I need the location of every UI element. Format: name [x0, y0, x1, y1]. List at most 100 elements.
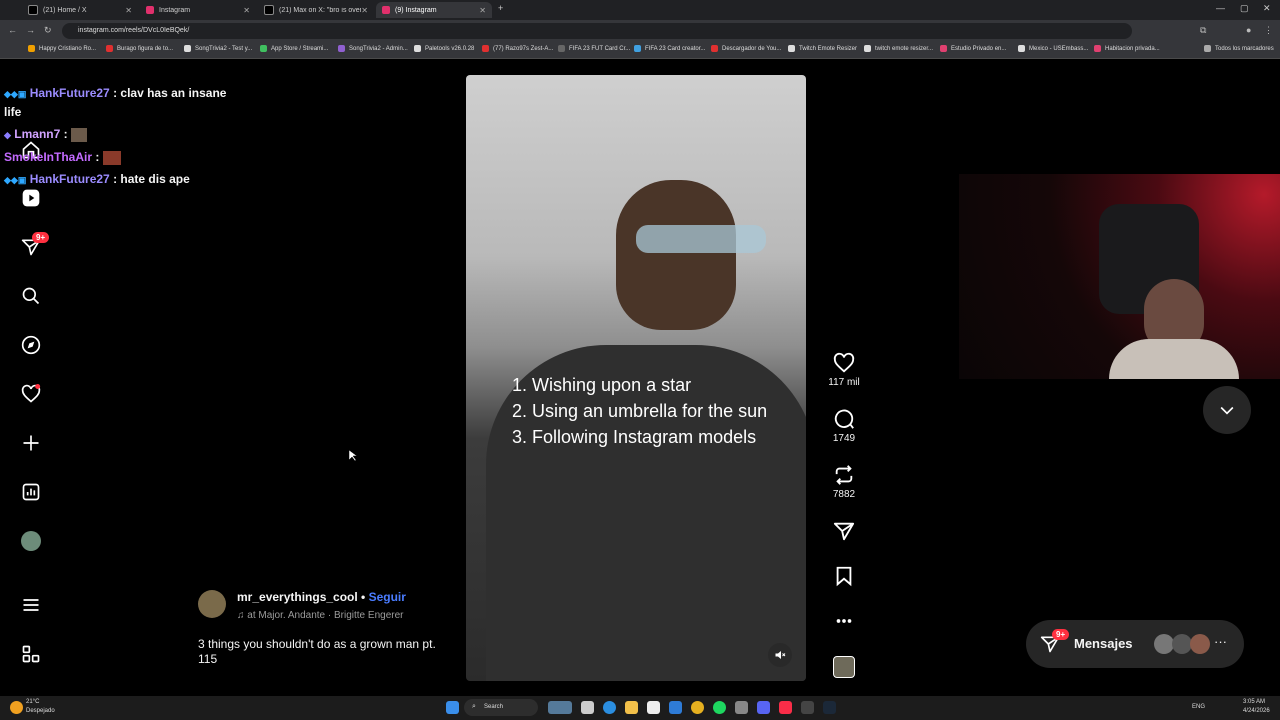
next-reel-button[interactable] [1203, 386, 1251, 434]
tab-home-x[interactable]: (21) Home / X ✕ [22, 2, 138, 18]
url-bar[interactable]: instagram.com/reels/DVcL0IeBQek/ [62, 23, 1132, 39]
close-window-button[interactable]: ✕ [1263, 3, 1271, 14]
file-explorer-icon[interactable] [625, 701, 638, 714]
obs-icon[interactable] [801, 701, 814, 714]
search-icon: ⌕ [472, 703, 476, 710]
bookmark-label: Burago figura de to... [117, 45, 174, 52]
bookmark-item[interactable]: Twitch Emote Resizer [788, 45, 857, 52]
close-icon[interactable]: ✕ [479, 6, 486, 15]
overlay-line: 3. Following Instagram models [512, 427, 757, 447]
follow-button[interactable]: Seguir [369, 590, 406, 604]
bookmark-item[interactable]: SongTrivia2 - Test y... [184, 45, 252, 52]
mail-icon[interactable] [669, 701, 682, 714]
tab-instagram-active[interactable]: (9) Instagram ✕ [376, 2, 492, 18]
notifications-heart-icon[interactable] [20, 383, 42, 405]
streamer-shirt [1109, 339, 1239, 379]
url-text: instagram.com/reels/DVcL0IeBQek/ [78, 27, 190, 34]
also-from-meta-icon[interactable] [20, 643, 42, 665]
taskbar-search-label: Search [484, 704, 504, 710]
bookmark-item[interactable]: Happy Cristiano Ro... [28, 45, 96, 52]
bookmark-item[interactable]: FIFA 23 FUT Card Cr... [558, 45, 630, 52]
search-icon[interactable] [20, 285, 42, 307]
weather-desc: Despejado [26, 708, 55, 714]
repost-count: 7882 [832, 489, 856, 500]
menu-dots-icon[interactable]: ⋮ [1264, 25, 1273, 36]
clock-date[interactable]: 4/24/2026 [1243, 708, 1270, 714]
all-bookmarks-folder[interactable]: Todos los marcadores [1204, 45, 1274, 52]
windows-taskbar: 21°C Despejado ⌕ Search ENG 3:05 AM 4/24… [0, 696, 1280, 720]
webcam-overlay [959, 174, 1280, 379]
app-icon[interactable] [735, 701, 748, 714]
bookmark-label: SongTrivia2 - Test y... [195, 45, 253, 52]
bookmark-item[interactable]: Mexico - USEmbass... [1018, 45, 1088, 52]
windows-start-icon[interactable] [446, 701, 459, 714]
author-avatar[interactable] [198, 590, 226, 618]
tab-instagram[interactable]: Instagram ✕ [140, 2, 256, 18]
bookmark-item[interactable]: Estudio Privado en... [940, 45, 1006, 52]
language-indicator[interactable]: ENG [1192, 704, 1205, 710]
audio-thumbnail[interactable] [833, 656, 855, 678]
more-menu-icon[interactable] [20, 594, 42, 616]
bookmark-item[interactable]: SongTrivia2 - Admin... [338, 45, 408, 52]
repost-button[interactable]: 7882 [824, 464, 864, 500]
profile-avatar[interactable] [20, 530, 42, 552]
sunglasses [636, 225, 766, 253]
taskbar-search[interactable]: ⌕ Search [464, 699, 538, 716]
dashboard-chart-icon[interactable] [20, 481, 42, 503]
mute-button[interactable] [768, 643, 792, 667]
chat-message: ◆◆▣ HankFuture27 : clav has an insane li… [4, 86, 227, 119]
tab-max-on-x[interactable]: (21) Max on X: "bro is oversting ✕ [258, 2, 374, 18]
emote-icon [70, 127, 87, 142]
more-options-button[interactable] [824, 612, 864, 633]
forward-icon[interactable]: → [26, 25, 35, 35]
back-icon[interactable]: ← [8, 25, 17, 35]
comment-button[interactable]: 1749 [824, 408, 864, 444]
task-view-icon[interactable] [581, 701, 594, 714]
bookmarks-bar: Happy Cristiano Ro... Burago figura de t… [0, 42, 1280, 59]
spotify-icon[interactable] [713, 701, 726, 714]
minimize-button[interactable]: — [1216, 3, 1225, 13]
discord-icon[interactable] [757, 701, 770, 714]
reload-icon[interactable]: ↻ [44, 25, 52, 36]
profile-icon[interactable]: ● [1246, 25, 1251, 35]
bookmark-label: Estudio Privado en... [951, 45, 1007, 52]
x-logo-icon [28, 5, 38, 15]
clock-time[interactable]: 3:05 AM [1243, 699, 1265, 705]
chat-message: SmokeInThaAir : [4, 148, 234, 166]
like-button[interactable]: 117 mil [824, 352, 864, 388]
maximize-button[interactable]: ▢ [1240, 3, 1249, 14]
bookmark-item[interactable]: twitch emote resizer... [864, 45, 933, 52]
music-line[interactable]: ♫ at Major. Andante · Brigitte Engerer [237, 610, 412, 621]
avatar [1172, 634, 1192, 654]
messages-panel-button[interactable]: 9+ Mensajes ··· [1026, 620, 1244, 668]
direct-messages-icon[interactable]: 9+ [20, 232, 50, 258]
reel-video[interactable]: 1. Wishing upon a star 2. Using an umbre… [466, 75, 806, 681]
share-button[interactable] [824, 520, 864, 545]
chat-username: HankFuture27 [29, 172, 110, 186]
steam-icon[interactable] [823, 701, 836, 714]
bookmark-item[interactable]: Paletools v26.0.28 [414, 45, 474, 52]
extensions-icon[interactable]: ⧉ [1200, 25, 1206, 36]
new-tab-button[interactable]: + [498, 3, 503, 13]
close-icon[interactable]: ✕ [125, 6, 132, 15]
save-button[interactable] [824, 565, 864, 590]
close-icon[interactable]: ✕ [361, 6, 368, 15]
bookmark-item[interactable]: Descargador de You... [711, 45, 781, 52]
bookmark-item[interactable]: App Store / Streami... [260, 45, 328, 52]
widgets-icon[interactable] [548, 701, 572, 714]
chrome-icon[interactable] [691, 701, 704, 714]
music-app-icon[interactable] [779, 701, 792, 714]
bookmark-item[interactable]: Habitacion privada... [1094, 45, 1160, 52]
bookmark-label: Happy Cristiano Ro... [39, 45, 97, 52]
author-username[interactable]: mr_everythings_cool [237, 590, 358, 604]
close-icon[interactable]: ✕ [243, 6, 250, 15]
explore-icon[interactable] [20, 334, 42, 356]
edge-icon[interactable] [603, 701, 616, 714]
store-icon[interactable] [647, 701, 660, 714]
bookmark-item[interactable]: Burago figura de to... [106, 45, 173, 52]
bookmark-item[interactable]: FIFA 23 Card creator... [634, 45, 705, 52]
repost-icon [835, 465, 853, 485]
bookmark-item[interactable]: (77) Razo97s Zest-A... [482, 45, 553, 52]
bookmark-label: Twitch Emote Resizer [799, 45, 858, 52]
create-plus-icon[interactable] [20, 432, 42, 454]
